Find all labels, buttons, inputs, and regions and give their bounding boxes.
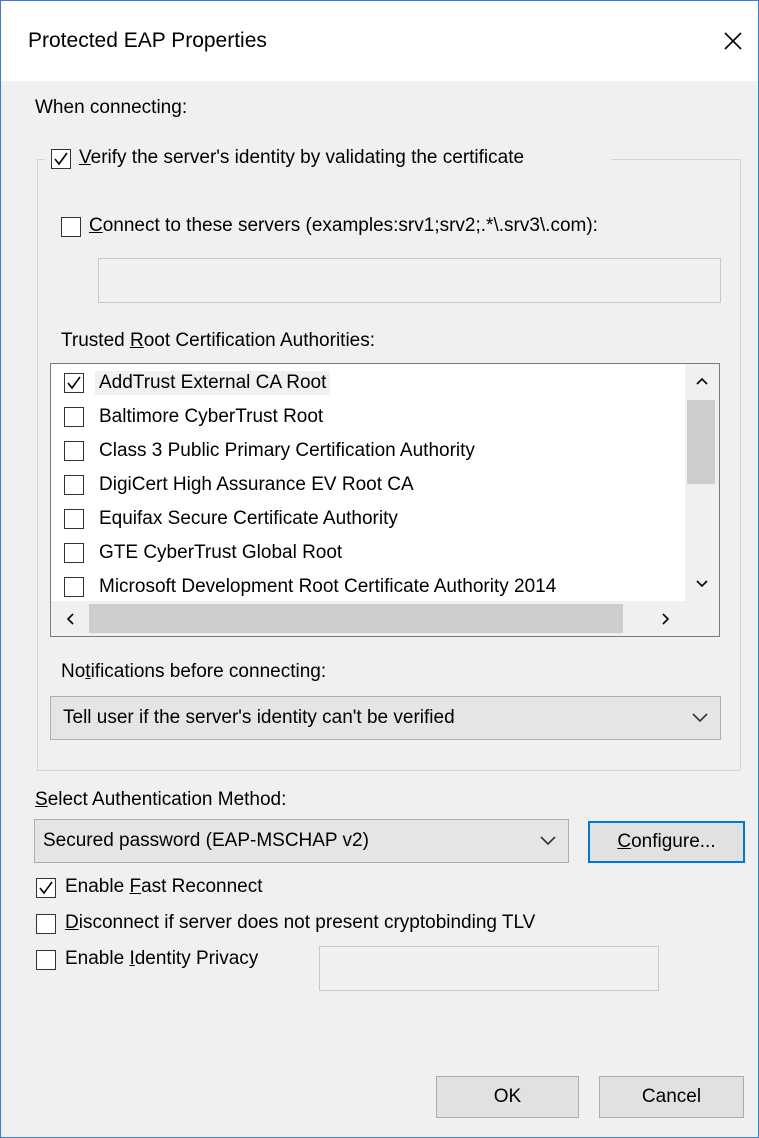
- list-item-checkbox[interactable]: [64, 509, 84, 529]
- cancel-button[interactable]: Cancel: [599, 1076, 744, 1118]
- list-item-checkbox[interactable]: [64, 577, 84, 597]
- chevron-down-icon: [540, 836, 556, 846]
- connect-servers-checkbox[interactable]: [61, 217, 81, 237]
- checkmark-icon: [39, 881, 53, 895]
- chevron-down-icon: [696, 580, 708, 588]
- list-item-checkbox[interactable]: [64, 543, 84, 563]
- vertical-scroll-thumb[interactable]: [687, 400, 715, 484]
- connect-servers-label: Connect to these servers (examples:srv1;…: [89, 215, 598, 236]
- list-item[interactable]: Microsoft Development Root Certificate A…: [51, 570, 685, 604]
- ok-button[interactable]: OK: [436, 1076, 579, 1118]
- notifications-selected: Tell user if the server's identity can't…: [63, 707, 455, 728]
- list-item-label: GTE CyberTrust Global Root: [99, 542, 343, 563]
- list-item-checkbox[interactable]: [64, 407, 84, 427]
- auth-method-label: Select Authentication Method:: [35, 789, 287, 810]
- list-item-checkbox[interactable]: [64, 475, 84, 495]
- list-item-checkbox[interactable]: [64, 441, 84, 461]
- notifications-dropdown[interactable]: Tell user if the server's identity can't…: [50, 696, 721, 740]
- scroll-left-button[interactable]: [55, 604, 85, 634]
- list-item[interactable]: Baltimore CyberTrust Root: [51, 400, 685, 434]
- window-title: Protected EAP Properties: [28, 29, 267, 52]
- auth-method-dropdown[interactable]: Secured password (EAP-MSCHAP v2): [34, 819, 569, 863]
- close-button[interactable]: [713, 21, 753, 61]
- chevron-left-icon: [66, 613, 74, 625]
- checkmark-icon: [67, 376, 81, 390]
- notifications-label: Notifications before connecting:: [61, 661, 327, 682]
- chevron-up-icon: [696, 377, 708, 385]
- scroll-up-button[interactable]: [687, 366, 717, 396]
- trusted-root-label: Trusted Root Certification Authorities:: [61, 330, 376, 351]
- horizontal-scrollbar[interactable]: [51, 601, 719, 636]
- disconnect-tlv-checkbox[interactable]: [36, 914, 56, 934]
- configure-button[interactable]: Configure...: [588, 821, 745, 863]
- checkmark-icon: [54, 152, 68, 166]
- list-item-checkbox[interactable]: [64, 373, 84, 393]
- list-item-label: DigiCert High Assurance EV Root CA: [99, 474, 414, 495]
- identity-privacy-checkbox[interactable]: [36, 950, 56, 970]
- scroll-down-button[interactable]: [687, 569, 717, 599]
- list-item[interactable]: DigiCert High Assurance EV Root CA: [51, 468, 685, 502]
- servers-input[interactable]: [98, 258, 721, 303]
- chevron-right-icon: [662, 613, 670, 625]
- ok-button-label: OK: [493, 1086, 522, 1107]
- peap-properties-dialog: Protected EAP Properties When connecting…: [0, 0, 759, 1138]
- identity-privacy-input[interactable]: [319, 946, 659, 991]
- list-item-label: Baltimore CyberTrust Root: [99, 406, 324, 427]
- title-bar: Protected EAP Properties: [1, 1, 758, 81]
- identity-privacy-label: Enable Identity Privacy: [65, 948, 259, 969]
- list-item[interactable]: GTE CyberTrust Global Root: [51, 536, 685, 570]
- list-item[interactable]: Class 3 Public Primary Certification Aut…: [51, 434, 685, 468]
- verify-server-checkbox[interactable]: [51, 149, 71, 169]
- list-item-label: Equifax Secure Certificate Authority: [99, 508, 398, 529]
- list-item[interactable]: Equifax Secure Certificate Authority: [51, 502, 685, 536]
- list-item[interactable]: AddTrust External CA Root: [51, 366, 685, 400]
- fast-reconnect-label: Enable Fast Reconnect: [65, 876, 263, 897]
- close-icon: [724, 32, 742, 50]
- when-connecting-label: When connecting:: [35, 97, 188, 118]
- horizontal-scroll-thumb[interactable]: [89, 604, 623, 633]
- list-item-label: Microsoft Development Root Certificate A…: [99, 576, 557, 597]
- fast-reconnect-checkbox[interactable]: [36, 878, 56, 898]
- vertical-scrollbar[interactable]: [685, 364, 719, 601]
- configure-button-label: Configure...: [617, 831, 716, 852]
- disconnect-tlv-label: Disconnect if server does not present cr…: [65, 912, 536, 933]
- list-item-label: Class 3 Public Primary Certification Aut…: [99, 440, 475, 461]
- cancel-button-label: Cancel: [641, 1086, 702, 1107]
- trusted-root-list[interactable]: AddTrust External CA Root Baltimore Cybe…: [50, 363, 720, 637]
- chevron-down-icon: [692, 713, 708, 723]
- verify-server-label: Verify the server's identity by validati…: [79, 147, 525, 168]
- list-item-label: AddTrust External CA Root: [95, 371, 331, 395]
- auth-method-selected: Secured password (EAP-MSCHAP v2): [43, 830, 369, 851]
- scroll-right-button[interactable]: [651, 604, 681, 634]
